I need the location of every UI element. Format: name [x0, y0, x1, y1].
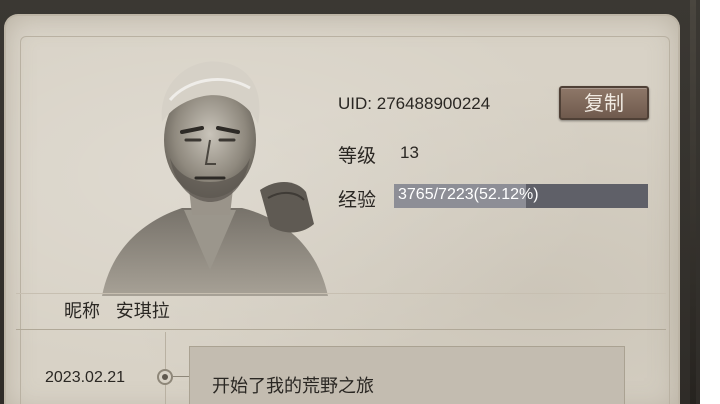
- level-label: 等级: [338, 145, 377, 167]
- timeline-line: [165, 332, 166, 404]
- nickname-label: 昵称: [64, 301, 100, 322]
- uid-value: 276488900224: [376, 94, 491, 113]
- timeline-connector: [173, 376, 189, 377]
- uid-label: UID:: [338, 94, 372, 113]
- timeline-dot-icon: [157, 369, 173, 385]
- experience-label: 经验: [338, 189, 377, 211]
- avatar-portrait: [102, 61, 328, 296]
- level-value: 13: [400, 143, 419, 162]
- window-edge: [690, 0, 696, 404]
- timeline-date: 2023.02.21: [45, 369, 126, 386]
- timeline-entry-text: 开始了我的荒野之旅: [212, 376, 374, 397]
- copy-uid-button[interactable]: 复制: [559, 86, 649, 120]
- uid-row: UID: 276488900224: [338, 94, 490, 114]
- divider: [16, 329, 666, 330]
- experience-bar: 3765/7223(52.12%): [394, 184, 648, 208]
- nickname-value: 安琪拉: [115, 301, 170, 322]
- divider: [16, 293, 666, 294]
- experience-text: 3765/7223(52.12%): [398, 186, 539, 203]
- nickname-row: 昵称 安琪拉: [64, 297, 180, 323]
